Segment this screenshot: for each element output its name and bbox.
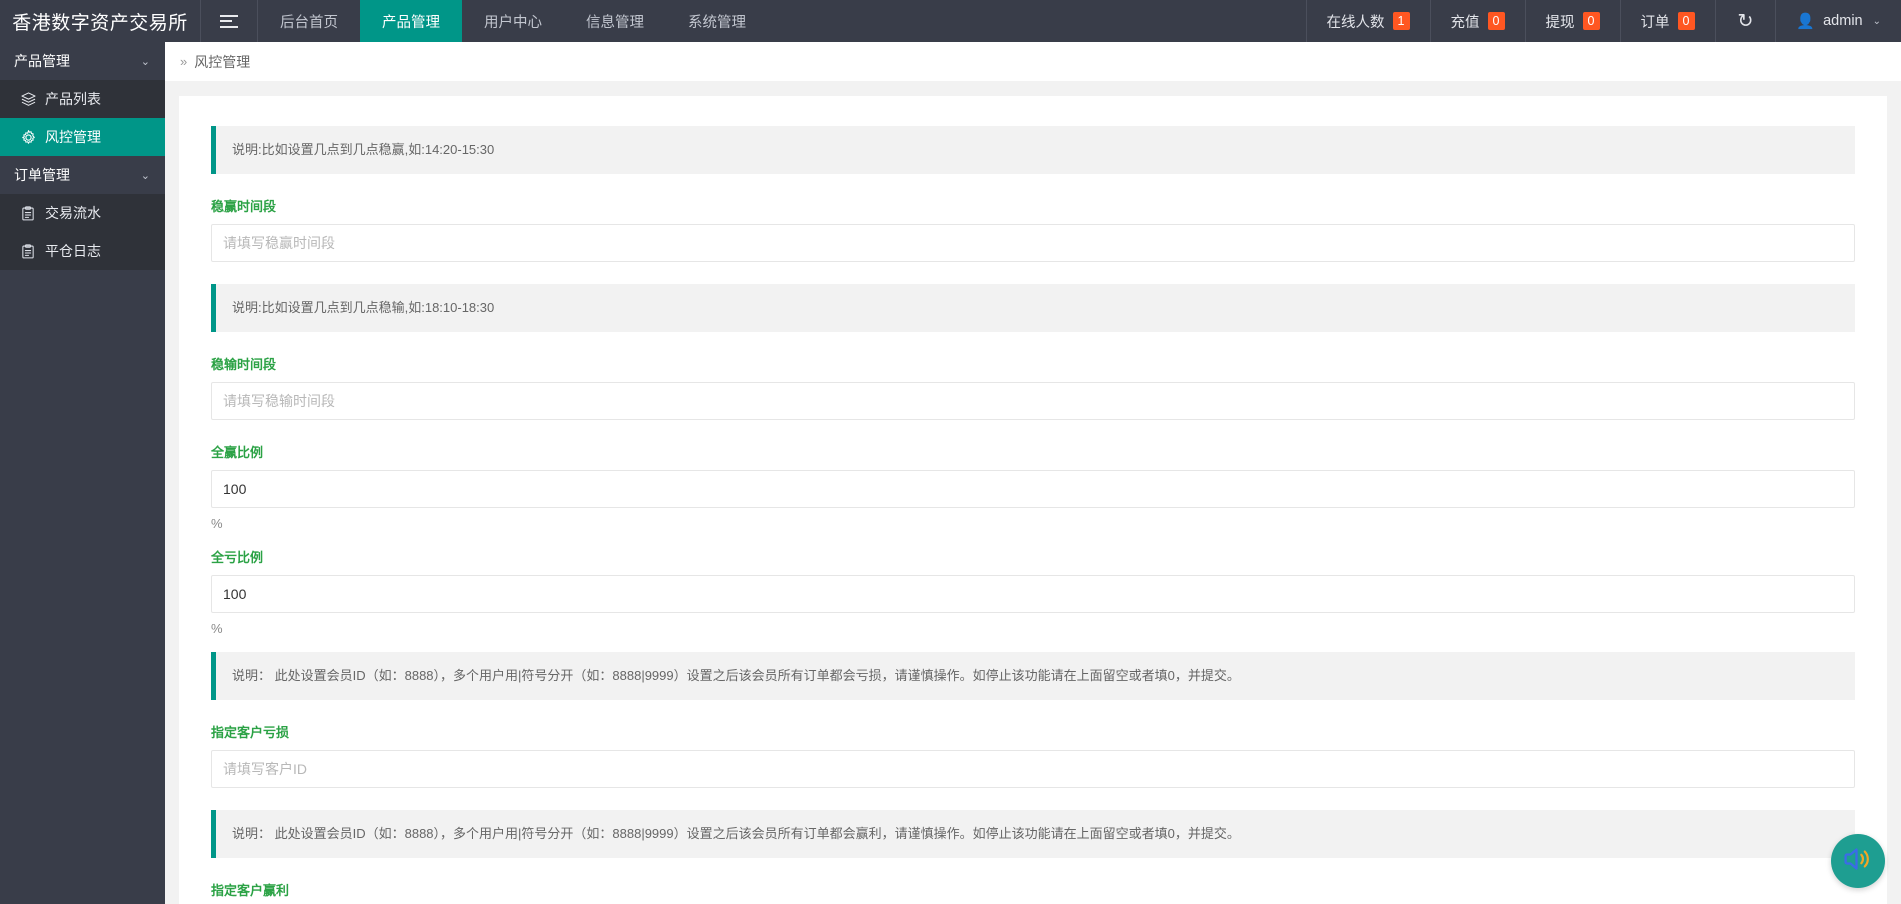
breadcrumb-current: 风控管理: [194, 52, 250, 72]
nav-item-product-management[interactable]: 产品管理: [360, 0, 462, 42]
field-win-time: 稳赢时间段: [211, 196, 1855, 262]
hamburger-icon: [220, 15, 238, 28]
label-win-time: 稳赢时间段: [211, 196, 1855, 215]
input-client-loss[interactable]: [211, 750, 1855, 788]
unit-lose-ratio: %: [211, 621, 1855, 636]
spacer: [211, 796, 1855, 810]
sidebar-item-product-list[interactable]: 产品列表: [0, 80, 165, 118]
sidebar-item-close-position-log[interactable]: 平仓日志: [0, 232, 165, 270]
sidebar-group-order-management[interactable]: 订单管理 ⌄: [0, 156, 165, 194]
user-icon: 👤: [1796, 12, 1815, 30]
nav-item-info-management[interactable]: 信息管理: [564, 0, 666, 42]
spacer: [211, 270, 1855, 284]
sidebar-item-transaction-log[interactable]: 交易流水: [0, 194, 165, 232]
refresh-icon: ↻: [1738, 12, 1754, 31]
input-win-time[interactable]: [211, 224, 1855, 262]
nav-item-user-center[interactable]: 用户中心: [462, 0, 564, 42]
sound-on-icon: [1843, 845, 1873, 878]
stat-orders-label: 订单: [1641, 11, 1670, 32]
sidebar-item-label: 平仓日志: [45, 241, 101, 261]
layers-icon: [20, 91, 36, 107]
unit-win-ratio: %: [211, 516, 1855, 531]
stat-withdraw-label: 提现: [1546, 11, 1575, 32]
label-lose-time: 稳输时间段: [211, 354, 1855, 373]
note-client-win: 说明： 此处设置会员ID（如：8888），多个用户用|符号分开（如：8888|9…: [211, 810, 1855, 858]
sidebar-submenu-product: 产品列表 风控管理: [0, 80, 165, 156]
stat-deposit-label: 充值: [1451, 11, 1480, 32]
sidebar-item-label: 产品列表: [45, 89, 101, 109]
label-win-ratio: 全赢比例: [211, 442, 1855, 461]
field-win-ratio: 全赢比例 %: [211, 442, 1855, 531]
clipboard-icon: [20, 205, 36, 221]
field-lose-time: 稳输时间段: [211, 354, 1855, 420]
top-navigation-bar: 香港数字资产交易所 后台首页 产品管理 用户中心 信息管理 系统管理 在线人数 …: [0, 0, 1901, 42]
stat-deposit-badge: 0: [1488, 12, 1505, 30]
topbar-right-group: 在线人数 1 充值 0 提现 0 订单 0 ↻ 👤 admin ⌄: [1306, 0, 1901, 42]
label-client-loss: 指定客户亏损: [211, 722, 1855, 741]
sidebar-toggle-button[interactable]: [201, 0, 257, 42]
sidebar-item-risk-management[interactable]: 风控管理: [0, 118, 165, 156]
breadcrumb: » 风控管理: [165, 42, 1901, 82]
app-brand-title: 香港数字资产交易所: [0, 0, 200, 42]
risk-settings-form: 说明:比如设置几点到几点稳赢,如:14:20-15:30 稳赢时间段 说明:比如…: [179, 96, 1887, 904]
stat-online-users-badge: 1: [1393, 12, 1410, 30]
chevron-down-icon: ⌄: [141, 55, 150, 68]
chevron-down-icon: ⌄: [1873, 16, 1881, 27]
note-client-loss: 说明： 此处设置会员ID（如：8888），多个用户用|符号分开（如：8888|9…: [211, 652, 1855, 700]
stat-deposit[interactable]: 充值 0: [1430, 0, 1525, 42]
field-client-loss: 指定客户亏损: [211, 722, 1855, 788]
gear-icon: [20, 129, 36, 145]
label-client-win: 指定客户赢利: [211, 880, 1855, 899]
input-lose-ratio[interactable]: [211, 575, 1855, 613]
content-area: 说明:比如设置几点到几点稳赢,如:14:20-15:30 稳赢时间段 说明:比如…: [165, 82, 1901, 904]
sidebar-group-label: 订单管理: [14, 165, 70, 185]
note-lose-time: 说明:比如设置几点到几点稳输,如:18:10-18:30: [211, 284, 1855, 332]
sidebar-group-label: 产品管理: [14, 51, 70, 71]
sidebar-item-label: 交易流水: [45, 203, 101, 223]
label-lose-ratio: 全亏比例: [211, 547, 1855, 566]
input-lose-time[interactable]: [211, 382, 1855, 420]
field-lose-ratio: 全亏比例 %: [211, 547, 1855, 636]
stat-withdraw-badge: 0: [1583, 12, 1600, 30]
sidebar-submenu-order: 交易流水 平仓日志: [0, 194, 165, 270]
sound-toggle-button[interactable]: [1831, 834, 1885, 888]
sidebar-group-product-management[interactable]: 产品管理 ⌄: [0, 42, 165, 80]
note-win-time: 说明:比如设置几点到几点稳赢,如:14:20-15:30: [211, 126, 1855, 174]
user-menu[interactable]: 👤 admin ⌄: [1775, 0, 1901, 42]
nav-item-system-management[interactable]: 系统管理: [666, 0, 768, 42]
field-client-win: 指定客户赢利: [211, 880, 1855, 904]
stat-orders[interactable]: 订单 0: [1620, 0, 1715, 42]
clipboard-icon: [20, 243, 36, 259]
nav-item-dashboard[interactable]: 后台首页: [258, 0, 360, 42]
sidebar: 产品管理 ⌄ 产品列表 风控管理 订单管理 ⌄ 交易流水: [0, 42, 165, 904]
chevron-down-icon: ⌄: [141, 169, 150, 182]
stat-online-users-label: 在线人数: [1327, 11, 1385, 32]
spacer: [211, 428, 1855, 442]
input-win-ratio[interactable]: [211, 470, 1855, 508]
refresh-button[interactable]: ↻: [1715, 0, 1776, 42]
breadcrumb-arrow-icon: »: [180, 54, 187, 69]
user-name: admin: [1823, 13, 1863, 29]
stat-online-users[interactable]: 在线人数 1: [1306, 0, 1430, 42]
sidebar-item-label: 风控管理: [45, 127, 101, 147]
stat-withdraw[interactable]: 提现 0: [1525, 0, 1620, 42]
stat-orders-badge: 0: [1678, 12, 1695, 30]
